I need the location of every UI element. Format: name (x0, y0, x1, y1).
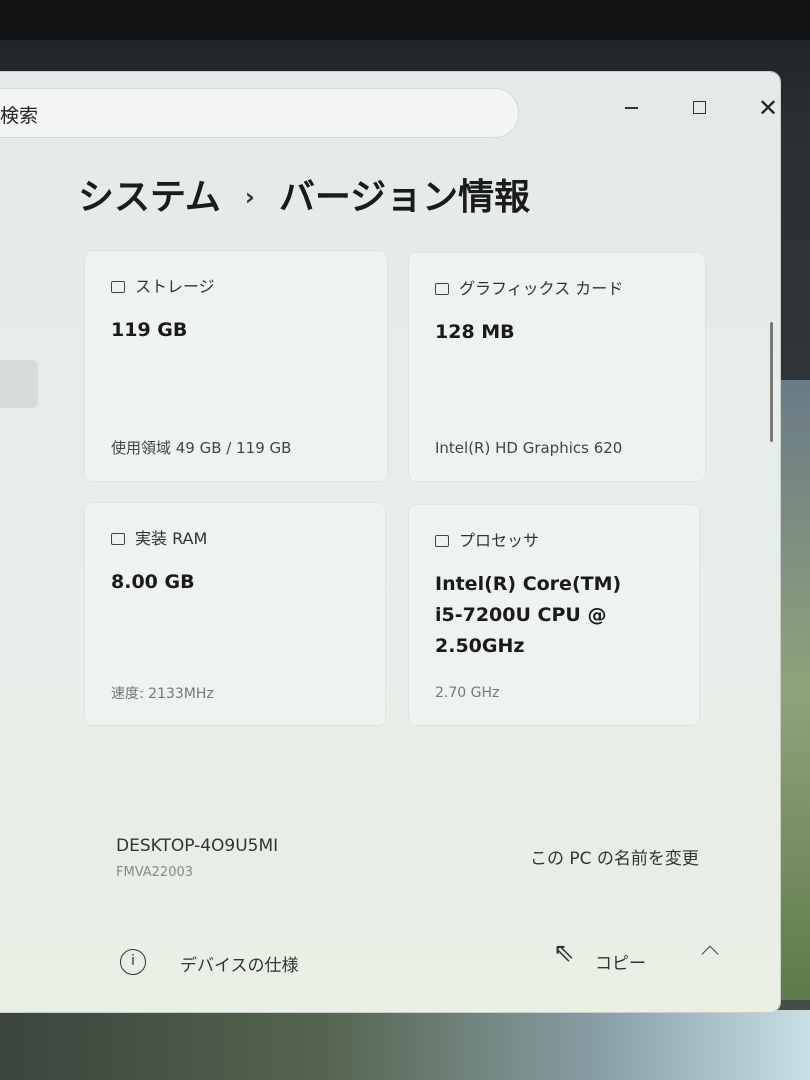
copy-button[interactable]: コピー (595, 949, 646, 974)
processor-detail: 2.70 GHz (435, 685, 500, 701)
device-model: FMVA22003 (116, 865, 194, 880)
ram-title: 実装 RAM (135, 529, 208, 548)
maximize-button[interactable] (676, 92, 722, 124)
page-title: システム › バージョン情報 (78, 168, 530, 220)
screen-bezel (0, 0, 810, 40)
rename-pc-button[interactable]: この PC の名前を変更 (530, 844, 699, 869)
desktop-background (780, 380, 810, 1000)
minimize-button[interactable] (608, 92, 654, 124)
ram-value: 8.00 GB (111, 571, 195, 593)
processor-line: 2.50GHz (435, 635, 525, 657)
cpu-icon (435, 535, 449, 547)
processor-line: i5-7200U CPU @ (435, 604, 607, 626)
chevron-up-icon[interactable] (701, 945, 719, 963)
search-label: 検索 (0, 105, 39, 127)
chevron-right-icon: › (244, 183, 255, 211)
processor-title: プロセッサ (459, 531, 540, 550)
graphics-title: グラフィックス カード (459, 279, 624, 298)
device-name: DESKTOP-4O9U5MI (116, 836, 279, 856)
ram-detail: 速度: 2133MHz (111, 686, 214, 702)
breadcrumb-current: バージョン情報 (278, 177, 531, 218)
ram-icon (111, 533, 125, 545)
storage-value: 119 GB (111, 319, 188, 341)
mouse-cursor-icon: ⇖ (553, 938, 575, 968)
processor-value: Intel(R) Core(TM) i5-7200U CPU @ 2.50GHz (435, 569, 621, 662)
breadcrumb-parent[interactable]: システム (78, 177, 221, 218)
device-specs-header[interactable]: デバイスの仕様 (180, 951, 299, 976)
scrollbar-thumb[interactable] (770, 322, 773, 442)
search-box[interactable]: 検索 (0, 88, 519, 138)
info-icon: i (120, 949, 146, 975)
ram-card: 実装 RAM 8.00 GB 速度: 2133MHz (84, 502, 386, 726)
processor-card: プロセッサ Intel(R) Core(TM) i5-7200U CPU @ 2… (408, 504, 700, 726)
settings-window: 検索 ✕ システム › バージョン情報 ストレージ 119 GB 使用領域 49 G… (0, 72, 780, 1012)
storage-card: ストレージ 119 GB 使用領域 49 GB / 119 GB (84, 250, 388, 482)
graphics-value: 128 MB (435, 321, 515, 343)
desktop-background-bottom (0, 1010, 810, 1080)
close-button[interactable]: ✕ (745, 92, 791, 124)
storage-detail: 使用領域 49 GB / 119 GB (111, 439, 292, 457)
graphics-detail: Intel(R) HD Graphics 620 (435, 439, 623, 457)
sidebar-selected-item[interactable] (0, 360, 38, 408)
processor-line: Intel(R) Core(TM) (435, 573, 622, 595)
graphics-card: グラフィックス カード 128 MB Intel(R) HD Graphics … (408, 252, 706, 482)
gpu-icon (435, 283, 449, 295)
storage-title: ストレージ (135, 277, 215, 296)
drive-icon (111, 281, 125, 293)
